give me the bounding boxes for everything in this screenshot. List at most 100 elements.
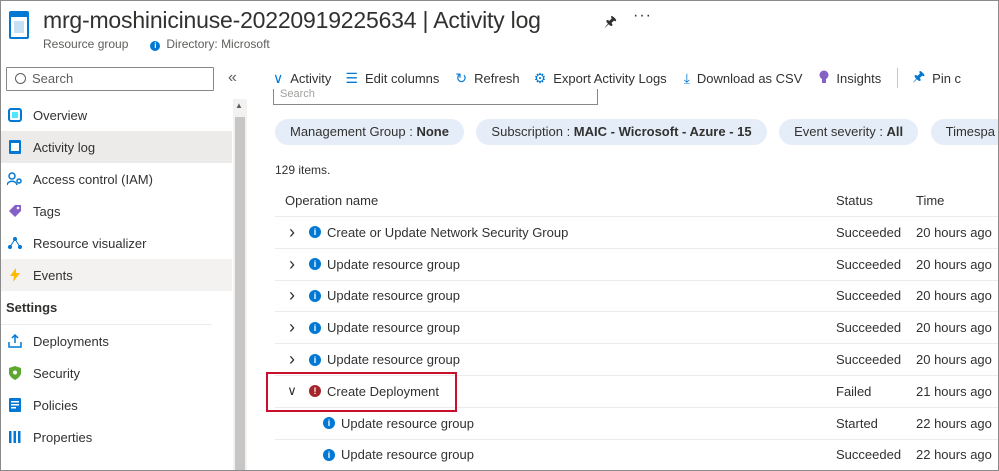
nav-item-label: Properties [33,429,93,445]
filter-subscription[interactable]: Subscription : MAIC - Wicrosoft - Azure … [476,119,767,145]
activity-label: Activity [290,70,332,86]
download-icon: ⤓ [683,69,690,86]
nav-item-tags[interactable]: Tags [1,195,232,227]
col-operation-name[interactable]: Operation name [275,193,836,208]
export-activity-logs-button[interactable]: ⚙ Export Activity Logs [534,70,667,87]
col-status[interactable]: Status [836,193,916,208]
cell-status: Succeeded [836,256,902,272]
chevron-right-icon[interactable]: › [285,349,299,370]
filter-value: None [416,124,449,139]
cell-operation: › i Update resource group [275,349,836,370]
download-csv-button[interactable]: ⤓ Download as CSV [684,70,803,87]
more-options-icon[interactable]: ··· [633,7,652,25]
table-row[interactable]: i Update resource group Succeeded 22 hours … [275,440,998,470]
nav-item-security[interactable]: Security [1,357,232,389]
operation-name[interactable]: Update resource group [341,447,474,462]
download-label: Download as CSV [696,70,803,86]
table-row[interactable]: › i Update resource group Succeeded 20 hours… [275,249,998,281]
cell-time: 22 hours ago [916,447,992,463]
shield-icon [7,365,23,381]
chevron-right-icon[interactable]: › [285,254,299,275]
refresh-button[interactable]: ↻ Refresh [455,70,519,87]
nav-item-properties[interactable]: Properties [1,421,232,453]
search-icon [15,73,26,84]
nav-item-label: Deployments [33,333,109,349]
activity-search-input[interactable]: Search [273,89,598,105]
operation-name[interactable]: Update resource group [327,320,460,335]
operation-name[interactable]: Update resource group [327,257,460,272]
nav-item-label: Policies [33,397,78,413]
table-row[interactable]: › i Update resource group Succeeded 20 hours… [275,312,998,345]
pin-icon: 🖈 [912,68,926,84]
pin-current-filters-button[interactable]: 🖈 Pin c [912,66,961,90]
info-icon: i [323,417,335,430]
cell-time: 20 hours ago [916,320,992,336]
cell-time: 20 hours ago [916,352,992,368]
nav-item-label: Events [33,267,73,283]
nav-item-access-control[interactable]: Access control (IAM) [1,163,232,195]
nav-item-label: Activity log [33,139,96,155]
table-row[interactable]: › i Create or Update Network Security Grou… [275,217,998,249]
info-icon: i [309,226,321,239]
filter-management-group[interactable]: Management Group : None [275,119,464,145]
filter-event-severity[interactable]: Event severity : All [779,119,919,145]
scroll-thumb[interactable] [235,117,245,470]
blade-header: mrg-moshinicinuse-20220919225634 | Activ… [1,1,998,59]
nav-item-overview[interactable]: Overview [1,99,232,131]
cell-time: 22 hours ago [916,415,992,431]
chevron-down-icon[interactable]: ∨ [285,383,299,399]
activity-button[interactable]: ∨ Activity [273,70,331,87]
table-row[interactable]: i Update resource group Started 22 hours ag… [275,408,998,440]
chevron-right-icon[interactable]: › [285,285,299,306]
policies-icon [7,397,23,413]
nav-item-resource-visualizer[interactable]: Resource visualizer [1,227,232,259]
filter-timespan[interactable]: Timespa [930,119,998,145]
item-count: 129 items. [275,163,331,177]
cell-status: Succeeded [836,320,902,336]
nav-scrollbar[interactable]: ▲ [233,99,247,470]
cell-status: Started [836,415,878,431]
operation-name[interactable]: Create or Update Network Security Group [327,225,568,240]
chevron-down-icon: ∨ [273,69,284,86]
nav-item-activity-log[interactable]: Activity log [1,131,232,163]
cell-time: 20 hours ago [916,256,992,272]
operation-name[interactable]: Create Deployment [327,384,439,399]
pin-icon[interactable]: 🖈 [604,11,617,35]
table-header: Operation name Status Time [275,185,998,217]
nav-item-label: Access control (IAM) [33,171,153,187]
col-time[interactable]: Time [916,193,998,208]
nav-list: Overview Activity log Access control (IA… [1,99,232,453]
info-icon: i [309,289,321,302]
activity-log-icon [7,139,23,155]
info-icon: i [150,41,161,51]
nav-search-input[interactable]: Search [6,67,214,91]
cell-status: Succeeded [836,447,902,463]
cell-status: Succeeded [836,224,902,240]
activity-table: Operation name Status Time › i Create or U… [266,185,998,470]
operation-name[interactable]: Update resource group [341,416,474,431]
nav-item-deployments[interactable]: Deployments [1,325,232,357]
table-row[interactable]: ∨! Create Deployment Failed 21 hours ago [266,371,998,412]
insights-button[interactable]: Insights [819,70,881,87]
operation-name[interactable]: Update resource group [327,288,460,303]
resource-group-icon [9,11,29,39]
access-control-icon [7,171,23,187]
left-nav: Search « Overview Activity log Access co… [1,63,248,470]
resource-visualizer-icon [7,235,23,251]
info-icon: i [323,448,335,461]
properties-icon [7,429,23,445]
operation-name[interactable]: Update resource group [327,352,460,367]
nav-item-events[interactable]: Events [1,259,232,291]
filter-key: Timespa [945,124,995,139]
table-row[interactable]: › i Update resource group Succeeded 20 hours… [275,344,998,376]
edit-columns-button[interactable]: ☰ Edit columns [345,70,439,87]
scroll-up-icon[interactable]: ▲ [235,101,243,110]
nav-item-policies[interactable]: Policies [1,389,232,421]
cell-status: Failed [836,383,872,399]
table-row[interactable]: › i Update resource group Succeeded 20 hours… [275,281,998,313]
collapse-nav-icon[interactable]: « [228,69,237,87]
cell-operation: › i Update resource group [275,254,836,275]
cell-status: Succeeded [836,352,902,368]
chevron-right-icon[interactable]: › [285,317,299,338]
chevron-right-icon[interactable]: › [285,222,299,243]
